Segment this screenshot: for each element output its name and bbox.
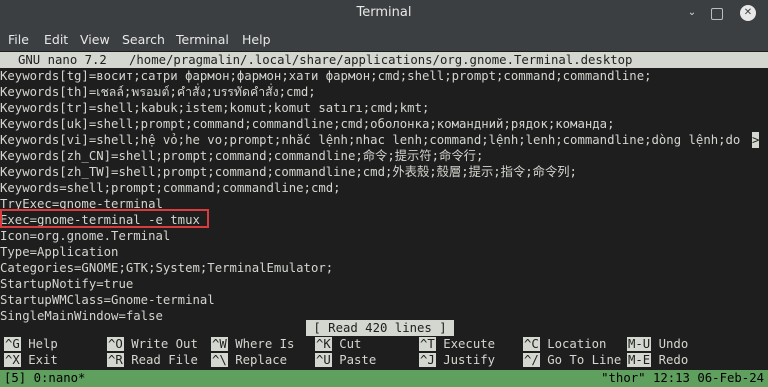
title-bar: Terminal ⌄ ✕ xyxy=(0,0,768,27)
shortcut-key: ^O xyxy=(107,337,124,351)
editor-line: Keywords[zh_CN]=shell;prompt;command;com… xyxy=(0,149,484,163)
editor-line: Keywords=shell;prompt;command;commandlin… xyxy=(0,181,341,195)
shortcut-key: ^/ xyxy=(523,353,540,367)
shortcut-label: Write Out xyxy=(131,337,198,351)
editor-line: Icon=org.gnome.Terminal xyxy=(0,229,171,243)
nano-version: GNU nano 7.2 xyxy=(18,53,107,67)
editor-line: Type=Application xyxy=(0,245,119,259)
menu-bar: File Edit View Search Terminal Help xyxy=(0,27,768,51)
shortcut-execute[interactable]: ^T Execute xyxy=(419,336,495,352)
shortcut-undo[interactable]: M-U Undo xyxy=(627,336,688,352)
shortcut-label: Cut xyxy=(339,337,362,351)
window-title: Terminal xyxy=(356,5,412,20)
menu-terminal[interactable]: Terminal xyxy=(176,32,229,47)
shortcut-label: Go To Line xyxy=(547,353,622,367)
shortcut-label: Undo xyxy=(658,337,689,351)
shortcut-label: Read File xyxy=(131,353,198,367)
editor-line: StartupNotify=true xyxy=(0,277,134,291)
shortcut-label: Justify xyxy=(443,353,496,367)
shortcut-key: ^U xyxy=(315,353,332,367)
shortcut-label: Location xyxy=(547,337,607,351)
close-button[interactable]: ✕ xyxy=(740,5,756,21)
shortcut-key: ^W xyxy=(211,337,228,351)
file-path: /home/pragmalin/.local/share/application… xyxy=(129,53,633,67)
editor-line: StartupWMClass=Gnome-terminal xyxy=(0,293,215,307)
editor-line: Keywords[th]=เชลล์;พรอมต์;คำสั่ง;บรรทัดค… xyxy=(0,85,316,99)
shortcut-key: ^\ xyxy=(211,353,228,367)
editor-line: Keywords[zh_TW]=shell;prompt;command;com… xyxy=(0,165,577,179)
menu-view[interactable]: View xyxy=(80,32,110,47)
shortcut-redo[interactable]: M-E Redo xyxy=(627,352,688,368)
editor-line: Keywords[uk]=shell;prompt;command;comman… xyxy=(0,117,615,131)
tmux-host-time: "thor" 12:13 06-Feb-24 xyxy=(601,371,764,385)
shortcut-label: Replace xyxy=(235,353,288,367)
shortcut-paste[interactable]: ^U Paste xyxy=(315,352,376,368)
shortcut-where-is[interactable]: ^W Where Is xyxy=(211,336,294,352)
minimize-button[interactable]: ⌄ xyxy=(684,5,700,21)
editor-line: Keywords[tr]=shell;kabuk;istem;komut;kom… xyxy=(0,101,430,115)
shortcut-go-to-line[interactable]: ^/ Go To Line xyxy=(523,352,621,368)
shortcut-help[interactable]: ^G Help xyxy=(4,336,58,352)
shortcut-key: ^C xyxy=(523,337,540,351)
status-message: [ Read 420 lines ] xyxy=(306,320,454,336)
shortcut-write-out[interactable]: ^O Write Out xyxy=(107,336,198,352)
menu-help[interactable]: Help xyxy=(242,32,271,47)
editor-line: Keywords[vi]=shell;hệ vỏ;he vo;prompt;nh… xyxy=(0,132,760,148)
shortcut-key: ^G xyxy=(4,337,21,351)
maximize-button[interactable] xyxy=(711,8,723,20)
terminal-window: Terminal ⌄ ✕ File Edit View Search Termi… xyxy=(0,0,768,387)
shortcut-label: Paste xyxy=(339,353,377,367)
shortcut-label: Redo xyxy=(658,353,689,367)
shortcut-label: Exit xyxy=(28,353,58,367)
terminal-area[interactable]: GNU nano 7.2 /home/pragmalin/.local/shar… xyxy=(0,51,768,371)
menu-file[interactable]: File xyxy=(8,32,29,47)
menu-search[interactable]: Search xyxy=(122,32,165,47)
tmux-status-bar: [5] 0:nano* "thor" 12:13 06-Feb-24 xyxy=(0,370,768,387)
menu-edit[interactable]: Edit xyxy=(44,32,68,47)
editor-line: Categories=GNOME;GTK;System;TerminalEmul… xyxy=(0,261,334,275)
tmux-window-list[interactable]: [5] 0:nano* xyxy=(4,370,85,387)
editor-line-text: Keywords[vi]=shell;hệ vỏ;he vo;prompt;nh… xyxy=(0,133,741,147)
shortcut-replace[interactable]: ^\ Replace xyxy=(211,352,287,368)
shortcut-key: ^T xyxy=(419,337,436,351)
shortcut-label: Execute xyxy=(443,337,496,351)
shortcut-key: ^X xyxy=(4,353,21,367)
shortcut-justify[interactable]: ^J Justify xyxy=(419,352,495,368)
nano-header: GNU nano 7.2 /home/pragmalin/.local/shar… xyxy=(0,52,768,68)
shortcut-label: Where Is xyxy=(235,337,295,351)
editor-line: Keywords[tg]=восит;сатри фармон;фармон;х… xyxy=(0,69,652,83)
shortcut-key: M-E xyxy=(627,353,652,367)
line-overflow-marker: > xyxy=(752,132,760,148)
shortcut-location[interactable]: ^C Location xyxy=(523,336,606,352)
shortcut-key: ^J xyxy=(419,353,436,367)
shortcut-key: M-U xyxy=(627,337,652,351)
highlight-box xyxy=(0,209,209,228)
shortcut-label: Help xyxy=(28,337,58,351)
editor-line: SingleMainWindow=false xyxy=(0,309,163,323)
shortcut-key: ^K xyxy=(315,337,332,351)
shortcut-exit[interactable]: ^X Exit xyxy=(4,352,58,368)
shortcut-cut[interactable]: ^K Cut xyxy=(315,336,361,352)
shortcut-read-file[interactable]: ^R Read File xyxy=(107,352,198,368)
shortcut-key: ^R xyxy=(107,353,124,367)
